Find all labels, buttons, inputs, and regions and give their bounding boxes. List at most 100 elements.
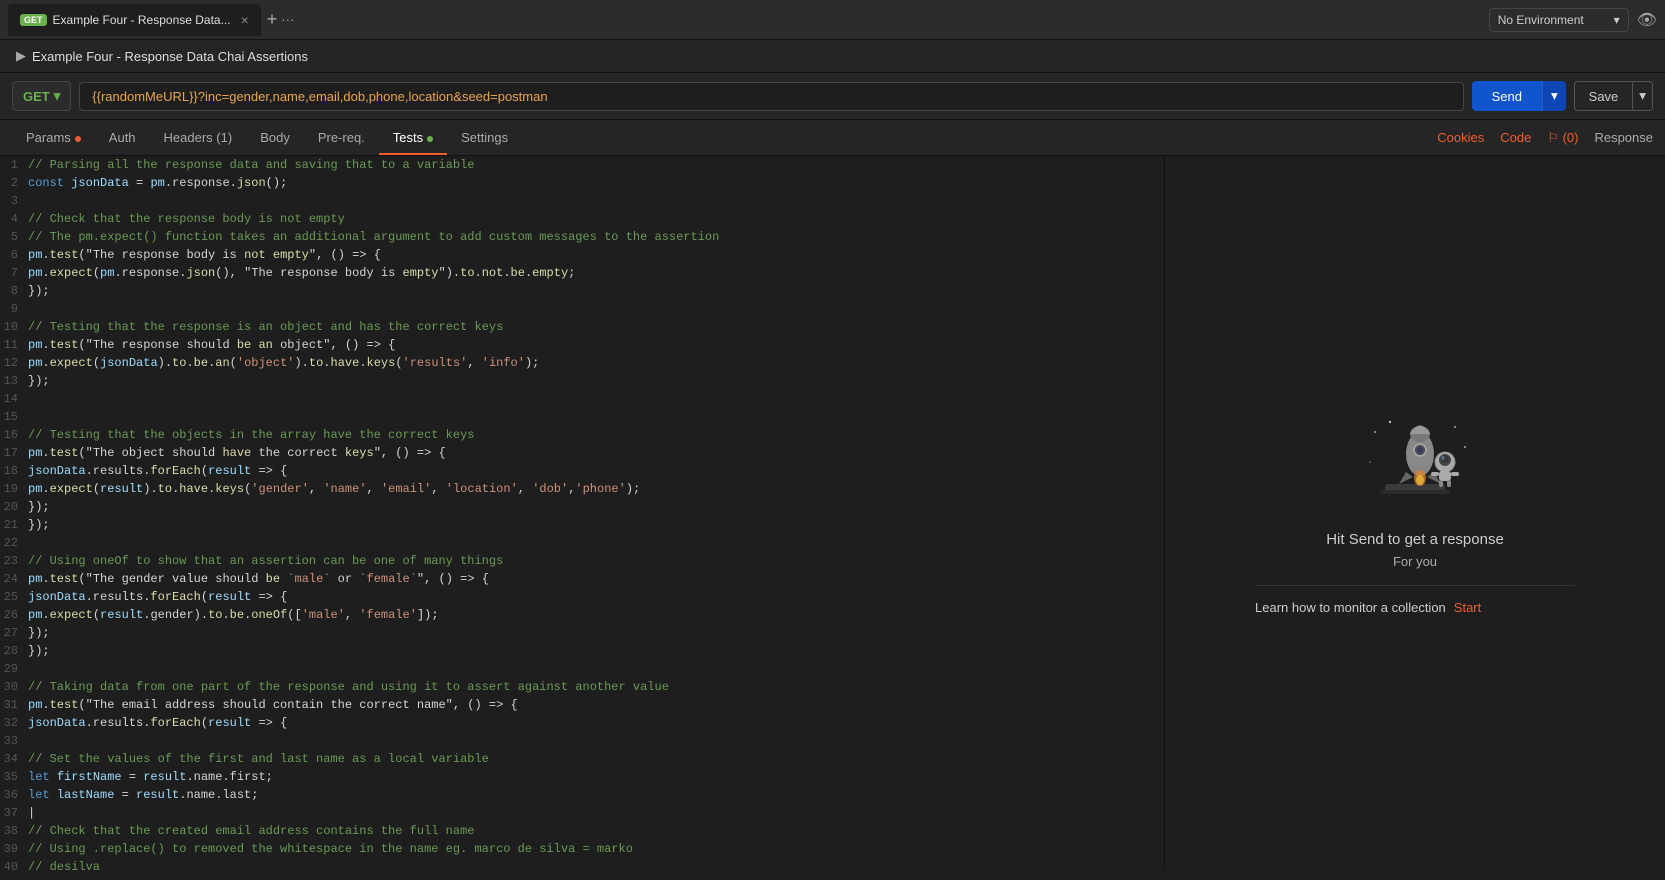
code-text (28, 660, 35, 678)
code-text: pm.test("The response body is not empty"… (28, 246, 381, 264)
line-number: 32 (0, 714, 28, 732)
line-number: 13 (0, 372, 28, 390)
collapse-icon[interactable]: ▶ (16, 48, 26, 64)
table-row: 14 (0, 390, 1164, 408)
code-text: // Testing that the response is an objec… (28, 318, 503, 336)
table-row: 19 pm.expect(result).to.have.keys('gende… (0, 480, 1164, 498)
tab-headers[interactable]: Headers (1) (150, 120, 247, 155)
save-dropdown-button[interactable]: ▾ (1633, 81, 1653, 111)
tab-settings[interactable]: Settings (447, 120, 522, 155)
save-button[interactable]: Save (1574, 81, 1634, 111)
line-number: 39 (0, 840, 28, 858)
rocket-illustration (1355, 412, 1475, 512)
response-action-row: Learn how to monitor a collection Start (1255, 585, 1575, 615)
line-number: 24 (0, 570, 28, 588)
code-text: pm.expect(result).to.have.keys('gender',… (28, 480, 640, 498)
environment-select[interactable]: No Environment ▾ (1489, 8, 1629, 32)
code-text: // desilva (28, 858, 100, 870)
response-illustration (1355, 412, 1475, 515)
method-badge: GET (20, 14, 47, 26)
code-text: pm.expect(jsonData).to.be.an('object').t… (28, 354, 539, 372)
line-number: 34 (0, 750, 28, 768)
tab-params[interactable]: Params (12, 120, 95, 155)
table-row: 25 jsonData.results.forEach(result => { (0, 588, 1164, 606)
send-button-group: Send ▾ (1472, 81, 1566, 111)
code-text: jsonData.results.forEach(result => { (28, 462, 287, 480)
code-text: // Testing that the objects in the array… (28, 426, 474, 444)
line-number: 6 (0, 246, 28, 264)
line-number: 25 (0, 588, 28, 606)
add-tab-icon[interactable]: + (267, 9, 278, 30)
send-button[interactable]: Send (1472, 81, 1542, 111)
line-number: 29 (0, 660, 28, 678)
table-row: 35 let firstName = result.name.first; (0, 768, 1164, 786)
cookies-link[interactable]: Cookies (1437, 130, 1484, 145)
line-number: 17 (0, 444, 28, 462)
close-icon[interactable]: × (241, 12, 249, 28)
code-text: // Taking data from one part of the resp… (28, 678, 669, 696)
send-dropdown-button[interactable]: ▾ (1542, 81, 1566, 111)
tab-body[interactable]: Body (246, 120, 304, 155)
table-row: 33 (0, 732, 1164, 750)
table-row: 11pm.test("The response should be an obj… (0, 336, 1164, 354)
line-number: 19 (0, 480, 28, 498)
line-number: 20 (0, 498, 28, 516)
request-title: Example Four - Response Data Chai Assert… (32, 49, 308, 64)
table-row: 8}); (0, 282, 1164, 300)
code-text: pm.test("The response should be an objec… (28, 336, 395, 354)
code-text: // Check that the created email address … (28, 822, 474, 840)
url-bar: GET ▾ Send ▾ Save ▾ (0, 73, 1665, 120)
table-row: 9 (0, 300, 1164, 318)
eye-icon[interactable]: 👁 (1637, 10, 1657, 30)
method-select[interactable]: GET ▾ (12, 81, 71, 111)
line-number: 35 (0, 768, 28, 786)
tab-title: Example Four - Response Data... (53, 13, 231, 27)
code-text: }); (28, 372, 50, 390)
request-title-bar: ▶ Example Four - Response Data Chai Asse… (0, 40, 1665, 73)
table-row: 10// Testing that the response is an obj… (0, 318, 1164, 336)
line-number: 5 (0, 228, 28, 246)
table-row: 4// Check that the response body is not … (0, 210, 1164, 228)
table-row: 29 (0, 660, 1164, 678)
params-dot (75, 136, 81, 142)
code-text (28, 408, 35, 426)
table-row: 22 (0, 534, 1164, 552)
tab-prereq[interactable]: Pre-req. (304, 120, 379, 155)
code-text: const jsonData = pm.response.json(); (28, 174, 287, 192)
tab-tests[interactable]: Tests (379, 120, 447, 155)
comments-link[interactable]: ⚐ (0) (1547, 130, 1578, 146)
code-text: pm.expect(pm.response.json(), "The respo… (28, 264, 575, 282)
table-row: 7 pm.expect(pm.response.json(), "The res… (0, 264, 1164, 282)
more-tabs-icon[interactable]: ··· (281, 12, 294, 27)
code-text: jsonData.results.forEach(result => { (28, 714, 287, 732)
table-row: 38 // Check that the created email addre… (0, 822, 1164, 840)
line-number: 16 (0, 426, 28, 444)
active-tab[interactable]: GET Example Four - Response Data... × (8, 4, 261, 36)
response-label: Response (1594, 130, 1653, 145)
code-text: }); (28, 516, 50, 534)
table-row: 6pm.test("The response body is not empty… (0, 246, 1164, 264)
table-row: 27 }); (0, 624, 1164, 642)
line-number: 22 (0, 534, 28, 552)
code-link[interactable]: Code (1500, 130, 1531, 145)
line-number: 14 (0, 390, 28, 408)
chevron-down-icon: ▾ (1614, 13, 1620, 27)
table-row: 31pm.test("The email address should cont… (0, 696, 1164, 714)
code-text: }); (28, 624, 50, 642)
table-row: 37 | (0, 804, 1164, 822)
env-label: No Environment (1498, 13, 1584, 27)
code-editor[interactable]: 1// Parsing all the response data and sa… (0, 156, 1165, 870)
url-input[interactable] (79, 82, 1463, 111)
line-number: 7 (0, 264, 28, 282)
line-number: 12 (0, 354, 28, 372)
code-text: pm.expect(result.gender).to.be.oneOf(['m… (28, 606, 439, 624)
code-text: pm.test("The object should have the corr… (28, 444, 446, 462)
tab-auth[interactable]: Auth (95, 120, 150, 155)
start-button[interactable]: Start (1454, 600, 1481, 615)
code-text: // Using .replace() to removed the white… (28, 840, 633, 858)
top-bar: GET Example Four - Response Data... × + … (0, 0, 1665, 40)
line-number: 28 (0, 642, 28, 660)
method-chevron-icon: ▾ (54, 88, 61, 104)
table-row: 17pm.test("The object should have the co… (0, 444, 1164, 462)
top-right-controls: No Environment ▾ 👁 (1489, 8, 1657, 32)
